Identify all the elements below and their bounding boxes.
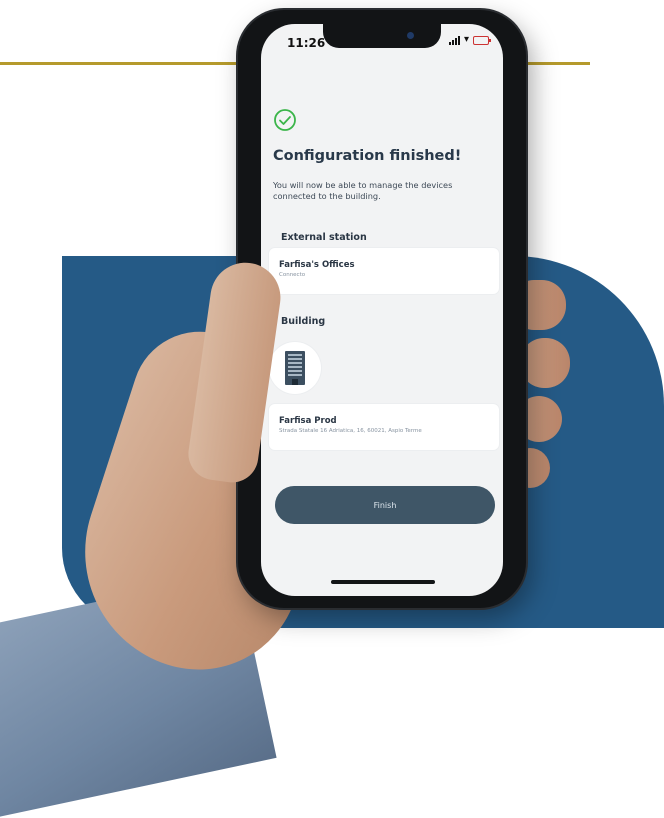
finger [520,338,570,388]
check-circle-icon [274,109,296,131]
page-subtitle: You will now be able to manage the devic… [273,180,453,201]
wifi-icon: ▾ [463,34,469,45]
signal-icon [448,35,460,45]
building-avatar [269,342,321,394]
status-time: 11:26 [287,36,326,50]
phone-notch [323,24,441,48]
building-card[interactable]: Farfisa Prod Strada Statale 16 Adriatica… [269,404,499,450]
building-icon [285,351,305,385]
phone-device: 11:26 ▾ Configuration finished! You will… [238,10,526,608]
external-station-heading: External station [281,232,367,243]
building-address: Strada Statale 16 Adriatica, 16, 60021, … [279,428,422,434]
external-station-name: Farfisa's Offices [279,260,355,270]
building-heading: Building [281,316,326,327]
building-name: Farfisa Prod [279,416,337,426]
finish-button[interactable]: Finish [275,486,495,524]
status-icons: ▾ [448,34,491,45]
page-title: Configuration finished! [273,148,462,164]
external-station-card[interactable]: Farfisa's Offices Connecto [269,248,499,294]
battery-icon [473,35,491,45]
camera-icon [407,32,414,39]
external-station-status: Connecto [279,272,306,278]
phone-screen: 11:26 ▾ Configuration finished! You will… [261,24,503,596]
home-indicator[interactable] [331,580,435,584]
